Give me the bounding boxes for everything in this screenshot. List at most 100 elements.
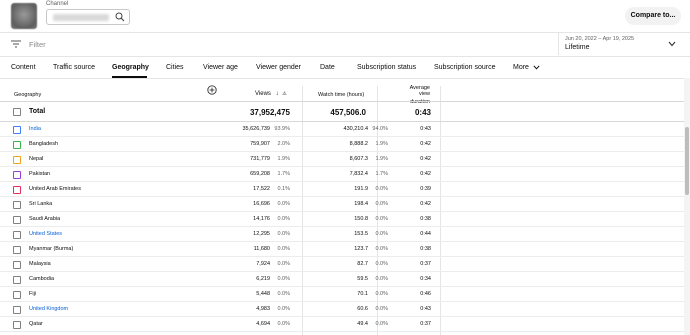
tab-viewer-gender[interactable]: Viewer gender <box>256 64 301 71</box>
watch-time-value: 150.8 <box>354 216 368 222</box>
column-header-views[interactable]: Views ↓ ⚠ <box>255 91 287 97</box>
column-header-geography[interactable]: Geography <box>14 92 41 98</box>
avd-value: 0:38 <box>420 246 431 252</box>
tab-more-label: More <box>513 64 529 71</box>
watch-time-value: 49.4 <box>357 321 368 327</box>
table-row[interactable]: India 35,626,739 93.9% 430,210.4 94.0% 0:43 <box>0 122 690 137</box>
tab-geography[interactable]: Geography <box>112 64 149 71</box>
channel-bar: Channel Compare to... <box>0 0 690 32</box>
views-value: 731,779 <box>250 156 270 162</box>
table-row[interactable]: Fiji 5,448 0.0% 70.1 0.0% 0:46 <box>0 287 690 302</box>
tab-more[interactable]: More <box>513 64 540 71</box>
watch-time-percent: 0.0% <box>375 201 388 207</box>
sort-arrow-icon: ↓ <box>275 91 279 97</box>
row-checkbox[interactable] <box>13 156 21 164</box>
watch-time-percent: 0.0% <box>375 246 388 252</box>
table-row[interactable]: Myanmar (Burma) 11,680 0.0% 123.7 0.0% 0:38 <box>0 242 690 257</box>
row-checkbox[interactable] <box>13 126 21 134</box>
table-row[interactable]: Qatar 4,694 0.0% 49.4 0.0% 0:37 <box>0 317 690 332</box>
tab-content[interactable]: Content <box>11 64 36 71</box>
channel-search-field[interactable] <box>46 9 130 25</box>
table-row[interactable]: Sri Lanka 16,696 0.0% 198.4 0.0% 0:42 <box>0 197 690 212</box>
views-value: 17,522 <box>253 186 270 192</box>
tab-subscription-source[interactable]: Subscription source <box>434 64 495 71</box>
table-row[interactable]: Malaysia 7,924 0.0% 82.7 0.0% 0:37 <box>0 257 690 272</box>
row-checkbox[interactable] <box>13 186 21 194</box>
views-value: 759,907 <box>250 141 270 147</box>
watch-time-value: 70.1 <box>357 291 368 297</box>
column-header-watch-time[interactable]: Watch time (hours) <box>318 92 364 98</box>
filter-input[interactable]: Filter <box>29 40 46 49</box>
total-watch-time: 457,506.0 <box>330 108 366 117</box>
table-row[interactable]: Cambodia 6,219 0.0% 59.5 0.0% 0:34 <box>0 272 690 287</box>
tab-cities[interactable]: Cities <box>166 64 184 71</box>
watch-time-percent: 1.7% <box>375 171 388 177</box>
divider <box>0 32 690 33</box>
country-name: Malaysia <box>29 261 51 267</box>
tab-traffic-source[interactable]: Traffic source <box>53 64 95 71</box>
country-name: Cambodia <box>29 276 55 282</box>
avd-value: 0:37 <box>420 321 431 327</box>
views-percent: 0.0% <box>277 231 290 237</box>
date-range-label[interactable]: Jun 20, 2022 – Apr 19, 2025 <box>565 36 634 42</box>
avd-value: 0:46 <box>420 291 431 297</box>
table-row[interactable]: Pakistan 659,208 1.7% 7,832.4 1.7% 0:42 <box>0 167 690 182</box>
tab-viewer-age[interactable]: Viewer age <box>203 64 238 71</box>
table-row[interactable]: United Kingdom 4,983 0.0% 60.6 0.0% 0:43 <box>0 302 690 317</box>
chevron-down-icon[interactable] <box>668 41 676 47</box>
watch-time-percent: 94.0% <box>372 126 388 132</box>
watch-time-value: 59.5 <box>357 276 368 282</box>
row-checkbox[interactable] <box>13 306 21 314</box>
table-row[interactable]: United States 12,295 0.0% 153.5 0.0% 0:44 <box>0 227 690 242</box>
channel-avatar[interactable] <box>11 3 37 29</box>
views-value: 4,983 <box>256 306 270 312</box>
watch-time-value: 8,888.2 <box>349 141 368 147</box>
row-checkbox[interactable] <box>13 201 21 209</box>
tab-subscription-status[interactable]: Subscription status <box>357 64 416 71</box>
watch-time-value: 82.7 <box>357 261 368 267</box>
views-value: 16,696 <box>253 201 270 207</box>
country-name: Fiji <box>29 291 37 297</box>
watch-time-value: 153.5 <box>354 231 368 237</box>
watch-time-value: 8,607.3 <box>349 156 368 162</box>
table-row[interactable]: Bangladesh 759,907 2.0% 8,888.2 1.9% 0:42 <box>0 137 690 152</box>
row-checkbox[interactable] <box>13 261 21 269</box>
search-icon[interactable] <box>115 12 125 22</box>
watch-time-percent: 0.0% <box>375 291 388 297</box>
row-checkbox[interactable] <box>13 141 21 149</box>
watch-time-percent: 0.0% <box>375 306 388 312</box>
country-name[interactable]: United Kingdom <box>29 306 68 312</box>
row-checkbox[interactable] <box>13 216 21 224</box>
row-checkbox[interactable] <box>13 231 21 239</box>
row-checkbox[interactable] <box>13 246 21 254</box>
scrollbar-track[interactable] <box>684 78 690 335</box>
row-checkbox[interactable] <box>13 321 21 329</box>
views-percent: 0.0% <box>277 216 290 222</box>
add-column-icon[interactable] <box>207 85 217 95</box>
views-percent: 0.0% <box>277 306 290 312</box>
compare-button[interactable]: Compare to... <box>625 7 681 25</box>
views-percent: 1.9% <box>277 156 290 162</box>
row-checkbox[interactable] <box>13 171 21 179</box>
total-row: Total 37,952,475 457,506.0 0:43 <box>0 101 690 122</box>
filter-icon[interactable] <box>11 40 21 48</box>
views-percent: 0.0% <box>277 201 290 207</box>
watch-time-value: 191.9 <box>354 186 368 192</box>
country-name[interactable]: India <box>29 126 41 132</box>
row-checkbox[interactable] <box>13 291 21 299</box>
table-row[interactable]: United Arab Emirates 17,522 0.1% 191.9 0.0% 0… <box>0 182 690 197</box>
country-name[interactable]: United States <box>29 231 62 237</box>
scrollbar-thumb[interactable] <box>685 127 689 195</box>
table-row[interactable]: Saudi Arabia 14,176 0.0% 150.8 0.0% 0:38 <box>0 212 690 227</box>
country-name: Pakistan <box>29 171 51 177</box>
date-preset-select[interactable]: Lifetime <box>565 44 590 51</box>
divider <box>558 33 559 55</box>
avd-value: 0:42 <box>420 171 431 177</box>
country-name: Sri Lanka <box>29 201 53 207</box>
country-name: Myanmar (Burma) <box>29 246 74 252</box>
total-checkbox[interactable] <box>13 108 21 116</box>
tab-date[interactable]: Date <box>320 64 335 71</box>
views-percent: 0.0% <box>277 246 290 252</box>
row-checkbox[interactable] <box>13 276 21 284</box>
table-row[interactable]: Nepal 731,779 1.9% 8,607.3 1.9% 0:42 <box>0 152 690 167</box>
